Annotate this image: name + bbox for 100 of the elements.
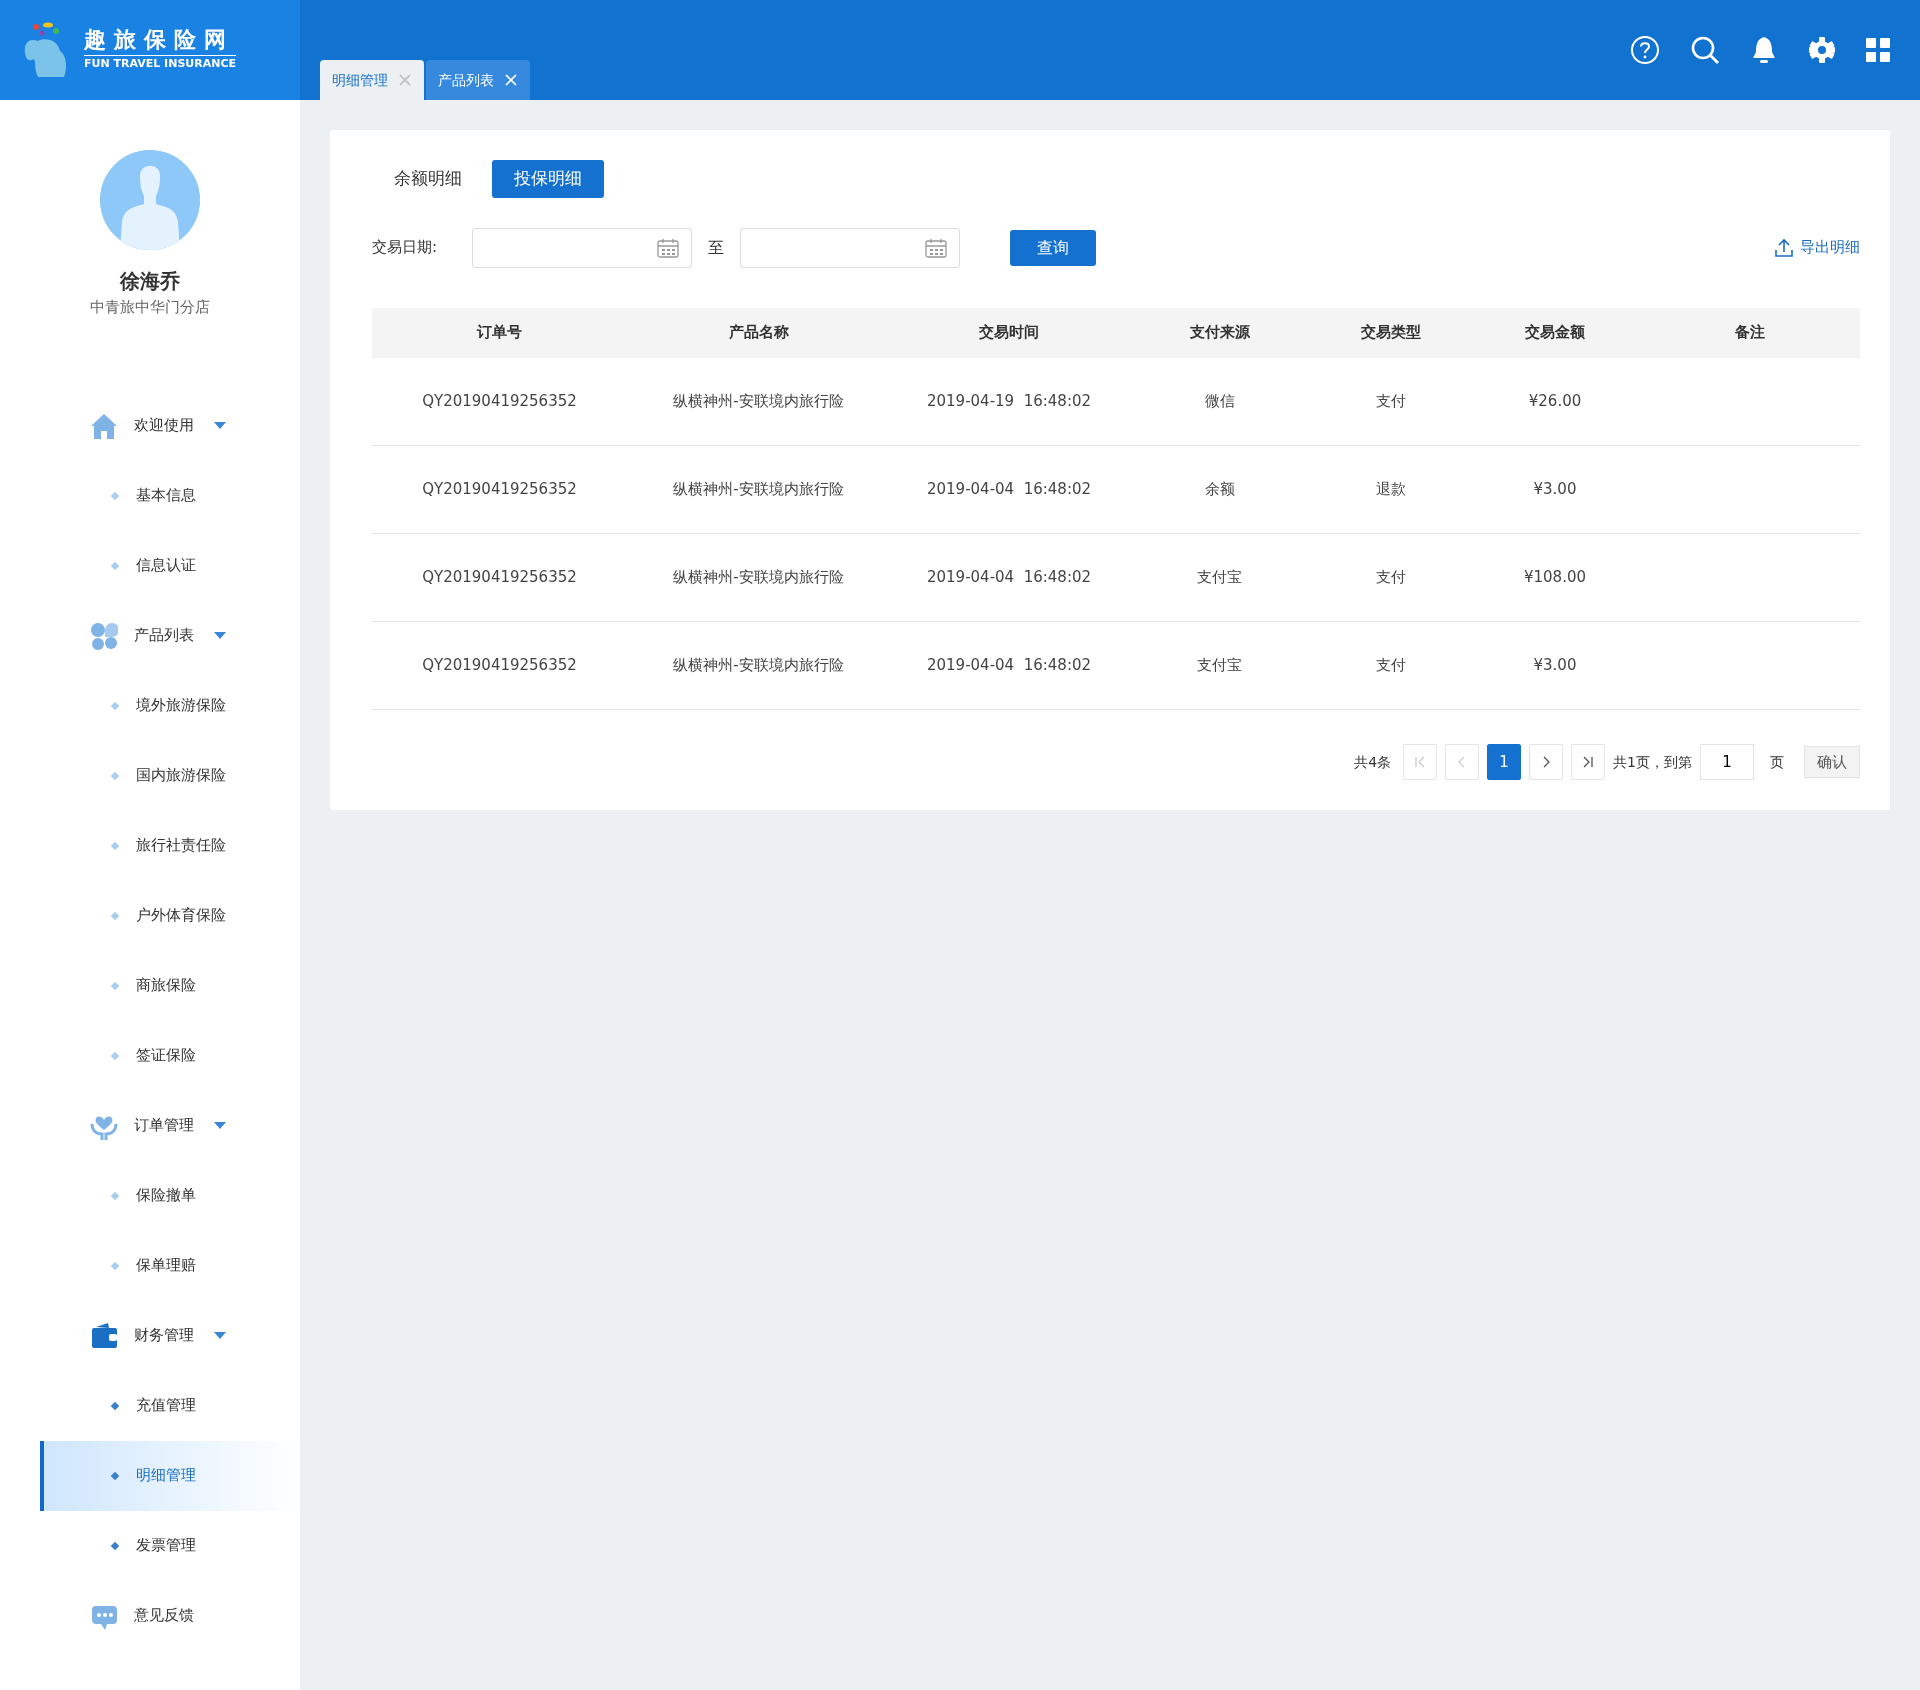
group-label: 订单管理 [134,1115,195,1137]
sidebar-item[interactable]: 保险撤单 [40,1160,300,1231]
group-label: 产品列表 [134,625,195,647]
table-cell: 支付 [1375,568,1406,587]
sidebar-group[interactable]: 意见反馈 [40,1580,300,1651]
table-cell: 纵横神州-安联境内旅行险 [673,568,844,587]
table-cell: 余额 [1204,480,1235,499]
export-link[interactable]: 导出明细 [1774,236,1860,259]
sub-tab[interactable]: 投保明细 [492,160,604,198]
store-name: 中青旅中华门分店 [89,297,211,318]
item-label: 信息认证 [136,555,196,577]
help-icon[interactable] [1630,35,1660,65]
diamond-icon [110,1400,120,1411]
bell-icon[interactable] [1750,35,1778,65]
sidebar-group[interactable]: 产品列表 [40,600,300,671]
table-cell: 微信 [1204,392,1235,410]
upload-icon[interactable] [1774,237,1794,258]
table-cell: 支付宝 [1197,568,1242,587]
table-cell: 支付 [1375,656,1406,675]
diamond-icon [110,840,120,851]
sidebar-group[interactable]: 订单管理 [40,1090,300,1161]
sidebar-item[interactable]: 商旅保险 [40,950,300,1021]
item-label: 旅行社责任险 [136,835,226,857]
caret-icon [214,1121,226,1130]
settings-icon[interactable] [1808,36,1836,64]
diamond-icon [110,1470,120,1481]
sidebar-item[interactable]: 发票管理 [40,1510,300,1581]
home-icon [90,411,118,440]
item-label: 户外体育保险 [136,905,226,927]
item-label: 国内旅游保险 [136,765,226,787]
sidebar-item[interactable]: 旅行社责任险 [40,810,300,881]
item-label: 签证保险 [136,1045,196,1067]
sidebar-item[interactable]: 国内旅游保险 [40,740,300,811]
table-cell: QY20190419256352 [422,568,577,587]
item-label: 保单理赔 [136,1255,196,1277]
first-page-icon [1414,756,1427,769]
date-field[interactable] [740,227,960,268]
avatar-icon [100,150,200,250]
caret-icon [214,421,226,430]
grid-menu-icon[interactable] [1866,38,1890,62]
item-label: 明细管理 [136,1465,196,1487]
table-cell: 退款 [1375,480,1406,499]
page-jump-field[interactable]: 1 [1700,744,1754,780]
diamond-icon [110,560,120,571]
table-cell: ¥3.00 [1533,480,1577,499]
column-header: 产品名称 [627,307,890,358]
column-header: 交易金额 [1470,307,1640,358]
group-label: 财务管理 [134,1325,195,1347]
confirm-button[interactable]: 确认 [1804,746,1860,778]
calendar-icon[interactable] [925,237,947,258]
table-cell: QY20190419256352 [422,656,577,675]
close-icon[interactable] [398,73,412,87]
page-tab[interactable]: 产品列表 [426,60,530,100]
page-number-button[interactable]: 1 [1487,744,1522,780]
next-page-button[interactable] [1529,744,1564,780]
wallet-icon [90,1321,118,1350]
item-label: 充值管理 [136,1395,196,1417]
page-tab[interactable]: 明细管理 [320,60,424,100]
query-button[interactable]: 查询 [1010,229,1096,266]
last-page-button[interactable] [1571,744,1606,780]
item-label: 基本信息 [136,485,196,507]
diamond-icon [110,1190,120,1201]
table-cell: 支付宝 [1197,656,1242,675]
caret-icon [214,1331,226,1340]
page-unit-label: 页 [1770,752,1784,772]
table-cell: QY20190419256352 [422,480,577,499]
diamond-icon [110,490,120,501]
diamond-icon [110,980,120,991]
filter-label: 交易日期: [372,237,439,259]
sidebar-group[interactable]: 财务管理 [40,1300,300,1371]
table-cell: ¥3.00 [1533,656,1577,675]
group-label: 欢迎使用 [134,415,195,437]
sidebar-item[interactable]: 保单理赔 [40,1230,300,1301]
sidebar-item[interactable]: 充值管理 [40,1370,300,1441]
item-label: 发票管理 [136,1535,196,1557]
site-title: 趣旅保险网 [84,27,237,57]
diamond-icon [110,910,120,921]
table-cell: 2019-04-04 16:48:02 [926,656,1092,675]
date-field[interactable] [472,227,692,268]
sidebar-group[interactable]: 欢迎使用 [40,390,300,461]
item-label: 商旅保险 [136,975,196,997]
sub-tab[interactable]: 余额明细 [372,160,484,198]
page-count-label: 共1页，到第 [1613,752,1692,772]
table-cell: 纵横神州-安联境内旅行险 [673,480,844,499]
total-count: 共4条 [1354,752,1392,772]
search-icon[interactable] [1690,35,1720,65]
sidebar-item[interactable]: 户外体育保险 [40,880,300,951]
table-cell: ¥108.00 [1524,568,1586,587]
sidebar-item[interactable]: 信息认证 [40,530,300,601]
table-cell: 纵横神州-安联境内旅行险 [673,392,844,410]
table-cell: 纵横神州-安联境内旅行险 [673,656,844,675]
diamond-icon [110,1050,120,1061]
site-subtitle: FUN TRAVEL INSURANCE [84,56,237,73]
calendar-icon[interactable] [657,237,679,258]
sidebar-item[interactable]: 境外旅游保险 [40,670,300,741]
diamond-icon [110,700,120,711]
column-header: 交易时间 [890,307,1128,358]
sidebar-item[interactable]: 基本信息 [40,460,300,531]
range-separator: 至 [708,236,724,259]
sidebar-item[interactable]: 签证保险 [40,1020,300,1091]
